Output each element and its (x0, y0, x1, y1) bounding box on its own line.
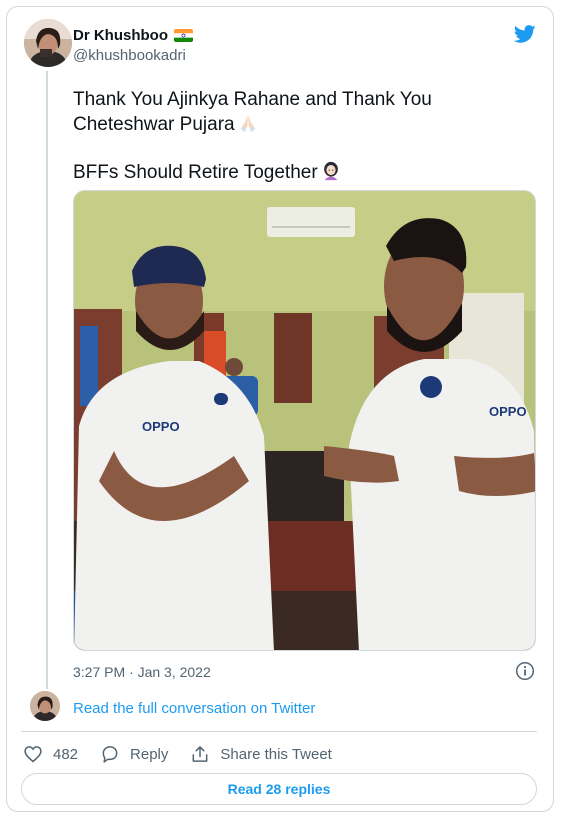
read-conversation-link[interactable]: Read the full conversation on Twitter (73, 700, 315, 717)
svg-text:OPPO: OPPO (489, 404, 527, 419)
share-icon (192, 746, 208, 762)
like-count: 482 (53, 745, 79, 763)
divider (21, 731, 537, 732)
reader-avatar (30, 691, 60, 721)
share-button[interactable]: Share this Tweet (190, 744, 332, 764)
folded-hands-emoji-icon (240, 114, 255, 133)
author-name[interactable]: Dr Khushboo (73, 27, 168, 44)
tweet-line-2-wrap: Cheteshwar Pujara (73, 112, 493, 137)
like-button[interactable]: 482 (23, 744, 78, 764)
author-name-row: Dr Khushboo (73, 27, 193, 44)
tweet-line-3: BFFs Should Retire Together (73, 162, 318, 183)
read-replies-label: Read 28 replies (227, 781, 331, 797)
tweet-actions: 482 Reply Share this Tweet (23, 743, 354, 765)
embedded-tweet-card: Dr Khushboo @khushbookadri Thank You Aji… (6, 6, 554, 812)
twitter-bird-icon[interactable] (513, 23, 537, 45)
heart-icon (24, 746, 42, 763)
tweet-line-1: Thank You Ajinkya Rahane and Thank You (73, 89, 432, 110)
reply-icon (102, 746, 118, 763)
reply-label: Reply (130, 745, 169, 763)
author-handle[interactable]: @khushbookadri (73, 47, 186, 64)
thread-line (46, 71, 48, 689)
read-replies-button[interactable]: Read 28 replies (21, 773, 537, 805)
tweet-photo[interactable]: OPPO OPPO (73, 190, 536, 651)
woman-emoji-icon (323, 161, 338, 181)
info-icon[interactable] (515, 661, 535, 681)
tweet-line-3-wrap: BFFs Should Retire Together (73, 160, 493, 185)
tweet-paragraph-gap (73, 137, 493, 160)
tweet-timestamp[interactable]: 3:27 PM · Jan 3, 2022 (73, 664, 211, 680)
share-label: Share this Tweet (220, 745, 332, 763)
tweet-line-2: Cheteshwar Pujara (73, 114, 235, 135)
tweet-text: Thank You Ajinkya Rahane and Thank You C… (73, 87, 493, 185)
reply-button[interactable]: Reply (100, 744, 168, 764)
india-flag-icon (174, 29, 193, 42)
author-avatar[interactable] (24, 19, 72, 67)
svg-text:OPPO: OPPO (142, 419, 180, 434)
